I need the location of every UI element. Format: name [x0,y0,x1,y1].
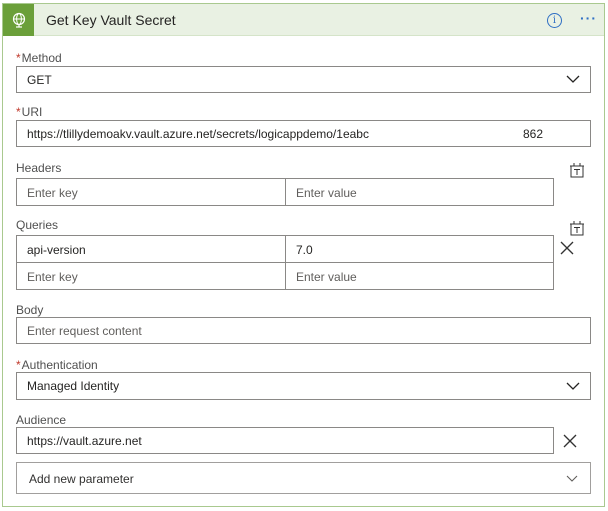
authentication-label: *Authentication [16,358,98,372]
table-toggle-icon[interactable] [569,220,585,236]
queries-label: Queries [16,218,59,232]
method-select[interactable]: GET [16,66,591,93]
globe-icon [3,4,34,36]
headers-key-input[interactable]: Enter key [27,186,78,200]
audience-value: https://vault.azure.net [27,434,142,448]
uri-input[interactable]: https://tlillydemoakv.vault.azure.net/se… [16,120,591,147]
uri-value: https://tlillydemoakv.vault.azure.net/se… [27,127,369,141]
headers-table: Enter key Enter value [16,178,554,206]
chevron-down-icon [566,475,578,482]
add-parameter-dropdown[interactable]: Add new parameter [16,462,591,494]
info-icon[interactable]: i [547,13,562,28]
body-input[interactable]: Enter request content [16,317,591,344]
headers-label: Headers [16,161,62,175]
more-options-icon[interactable]: ··· [580,10,597,26]
uri-value-tail: 862 [523,127,544,141]
method-value: GET [27,73,52,87]
close-icon[interactable] [563,434,577,448]
authentication-value: Managed Identity [27,379,120,393]
queries-table: api-version 7.0 Enter key Enter value [16,235,554,290]
chevron-down-icon [566,75,580,83]
table-toggle-icon[interactable] [569,162,585,178]
body-placeholder: Enter request content [27,324,142,338]
query-key-input[interactable]: api-version [27,243,86,257]
query-new-key-input[interactable]: Enter key [27,270,78,284]
card-title: Get Key Vault Secret [46,12,176,28]
query-value-input[interactable]: 7.0 [296,243,313,257]
card-header[interactable]: Get Key Vault Secret i ··· [3,4,604,36]
add-parameter-label: Add new parameter [29,472,134,486]
close-icon[interactable] [560,241,574,255]
action-card: Get Key Vault Secret i ··· *Method GET *… [2,3,605,507]
chevron-down-icon [566,382,580,390]
authentication-select[interactable]: Managed Identity [16,372,591,400]
body-label: Body [16,303,44,317]
method-label: *Method [16,51,62,65]
query-new-value-input[interactable]: Enter value [296,270,357,284]
audience-input[interactable]: https://vault.azure.net [16,427,554,454]
uri-label: *URI [16,105,43,119]
headers-value-input[interactable]: Enter value [296,186,357,200]
audience-label: Audience [16,413,67,427]
